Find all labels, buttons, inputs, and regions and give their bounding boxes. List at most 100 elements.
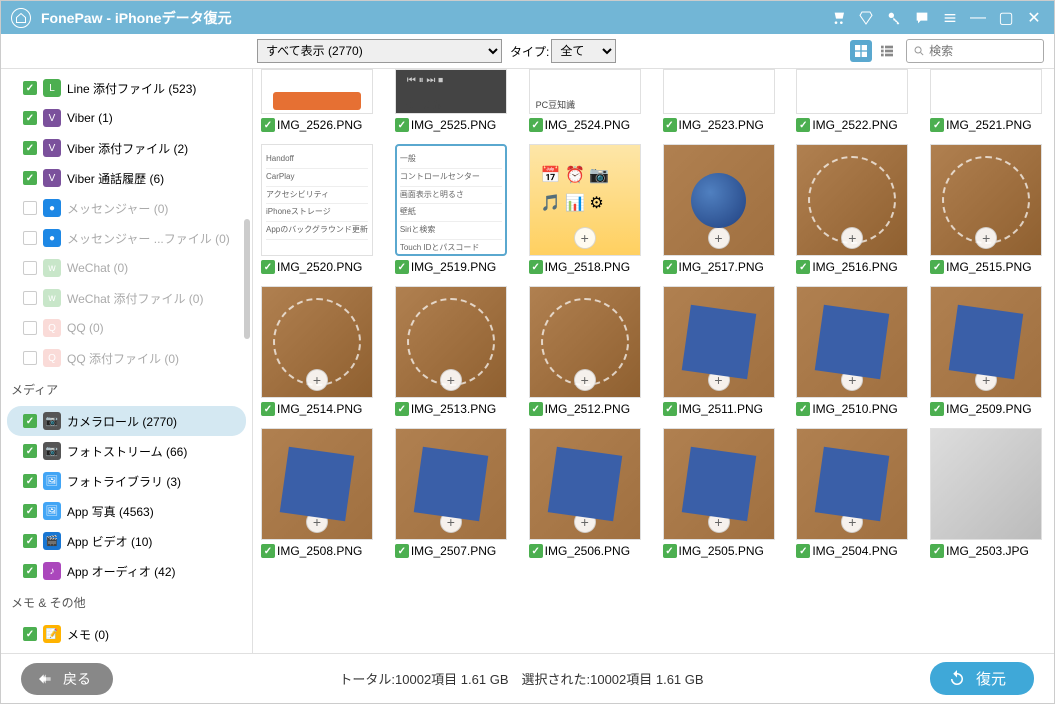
search-input[interactable] [929,44,1037,58]
thumb-checkbox[interactable] [395,544,409,558]
maximize-button[interactable]: ▢ [996,8,1016,28]
add-icon[interactable]: + [975,369,997,391]
thumb-checkbox[interactable] [663,402,677,416]
thumbnail-image[interactable]: + [395,428,507,540]
sidebar-item[interactable]: ♪App オーディオ (42) [1,556,252,586]
thumbnail[interactable]: +IMG_2513.PNG [395,286,511,416]
scrollbar-thumb[interactable] [244,219,250,339]
checkbox[interactable] [23,171,37,185]
sidebar-item[interactable]: 🖼フォトライブラリ (3) [1,466,252,496]
thumb-checkbox[interactable] [930,544,944,558]
thumb-checkbox[interactable] [261,118,275,132]
thumbnail[interactable]: +IMG_2516.PNG [796,144,912,274]
thumb-checkbox[interactable] [796,260,810,274]
thumbnail[interactable]: +IMG_2504.PNG [796,428,912,558]
thumbnail-image[interactable]: + [663,428,775,540]
thumbnail-image[interactable] [796,69,908,114]
thumbnail[interactable]: +IMG_2508.PNG [261,428,377,558]
sidebar-item[interactable]: 🎬App ビデオ (10) [1,526,252,556]
thumbnail-image[interactable]: PC豆知識 [529,69,641,114]
thumbnail-image[interactable] [663,69,775,114]
thumbnail-image[interactable]: + [529,428,641,540]
thumbnail[interactable]: +IMG_2506.PNG [529,428,645,558]
thumb-checkbox[interactable] [930,402,944,416]
filter-select[interactable]: すべて表示 (2770) [257,39,502,63]
thumb-checkbox[interactable] [395,118,409,132]
thumbnail-image[interactable]: + [930,144,1042,256]
thumb-checkbox[interactable] [261,544,275,558]
thumbnail-image[interactable] [261,69,373,114]
thumb-checkbox[interactable] [529,118,543,132]
sidebar-item[interactable]: VViber 添付ファイル (2) [1,133,252,163]
add-icon[interactable]: + [574,227,596,249]
view-list-button[interactable] [876,40,898,62]
thumbnail-image[interactable]: 一般コントロールセンター画面表示と明るさ壁紙Siriと検索Touch IDとパス… [395,144,507,256]
thumb-checkbox[interactable] [663,118,677,132]
add-icon[interactable]: + [574,369,596,391]
close-button[interactable]: ✕ [1024,8,1044,28]
thumbnail[interactable]: +IMG_2507.PNG [395,428,511,558]
thumbnail[interactable]: IMG_2523.PNG [663,69,779,132]
thumb-checkbox[interactable] [930,118,944,132]
add-icon[interactable]: + [574,511,596,533]
add-icon[interactable]: + [708,511,730,533]
thumbnail-image[interactable] [930,428,1042,540]
back-button[interactable]: 戻る [21,663,113,695]
menu-icon[interactable] [940,8,960,28]
checkbox[interactable] [23,534,37,548]
add-icon[interactable]: + [440,511,462,533]
add-icon[interactable]: + [440,369,462,391]
thumbnail[interactable]: IMG_2503.JPG [930,428,1046,558]
thumbnail-image[interactable]: + [261,286,373,398]
thumb-checkbox[interactable] [529,402,543,416]
diamond-icon[interactable] [856,8,876,28]
thumbnail[interactable]: +IMG_2517.PNG [663,144,779,274]
checkbox[interactable] [23,627,37,641]
thumb-checkbox[interactable] [529,260,543,274]
thumb-checkbox[interactable] [796,544,810,558]
thumbnail-image[interactable]: HandoffCarPlayアクセシビリティiPhoneストレージAppのバック… [261,144,373,256]
cart-icon[interactable] [828,8,848,28]
thumb-checkbox[interactable] [930,260,944,274]
checkbox[interactable] [23,141,37,155]
thumbnail[interactable]: IMG_2526.PNG [261,69,377,132]
checkbox[interactable] [23,564,37,578]
thumbnail-image[interactable]: PC豆知識 [395,69,507,114]
thumb-checkbox[interactable] [261,402,275,416]
add-icon[interactable]: + [975,227,997,249]
thumbnail[interactable]: PC豆知識IMG_2524.PNG [529,69,645,132]
checkbox[interactable] [23,444,37,458]
key-icon[interactable] [884,8,904,28]
search-box[interactable] [906,39,1044,63]
minimize-button[interactable]: — [968,8,988,28]
thumb-checkbox[interactable] [796,402,810,416]
thumbnail-image[interactable]: + [261,428,373,540]
thumbnail-image[interactable]: + [796,428,908,540]
sidebar-item[interactable]: VViber 通話履歴 (6) [1,163,252,193]
thumbnail[interactable]: IMG_2521.PNG [930,69,1046,132]
thumbnail-image[interactable]: + [796,286,908,398]
thumb-checkbox[interactable] [395,402,409,416]
thumb-checkbox[interactable] [261,260,275,274]
thumbnail[interactable]: +IMG_2514.PNG [261,286,377,416]
checkbox[interactable] [23,111,37,125]
thumbnail[interactable]: 一般コントロールセンター画面表示と明るさ壁紙Siriと検索Touch IDとパス… [395,144,511,274]
checkbox[interactable] [23,414,37,428]
thumbnail[interactable]: +IMG_2510.PNG [796,286,912,416]
thumb-checkbox[interactable] [796,118,810,132]
thumbnail-image[interactable]: + [930,286,1042,398]
thumb-checkbox[interactable] [529,544,543,558]
thumb-checkbox[interactable] [663,260,677,274]
thumb-checkbox[interactable] [663,544,677,558]
thumbnail[interactable]: +IMG_2511.PNG [663,286,779,416]
thumb-checkbox[interactable] [395,260,409,274]
type-select[interactable]: 全て [551,39,616,63]
thumbnail-image[interactable]: + [529,286,641,398]
thumbnail[interactable]: HandoffCarPlayアクセシビリティiPhoneストレージAppのバック… [261,144,377,274]
chat-icon[interactable] [912,8,932,28]
thumbnail-image[interactable]: + [663,144,775,256]
thumbnail[interactable]: +IMG_2505.PNG [663,428,779,558]
recover-button[interactable]: 復元 [930,662,1034,695]
checkbox[interactable] [23,474,37,488]
view-grid-button[interactable] [850,40,872,62]
